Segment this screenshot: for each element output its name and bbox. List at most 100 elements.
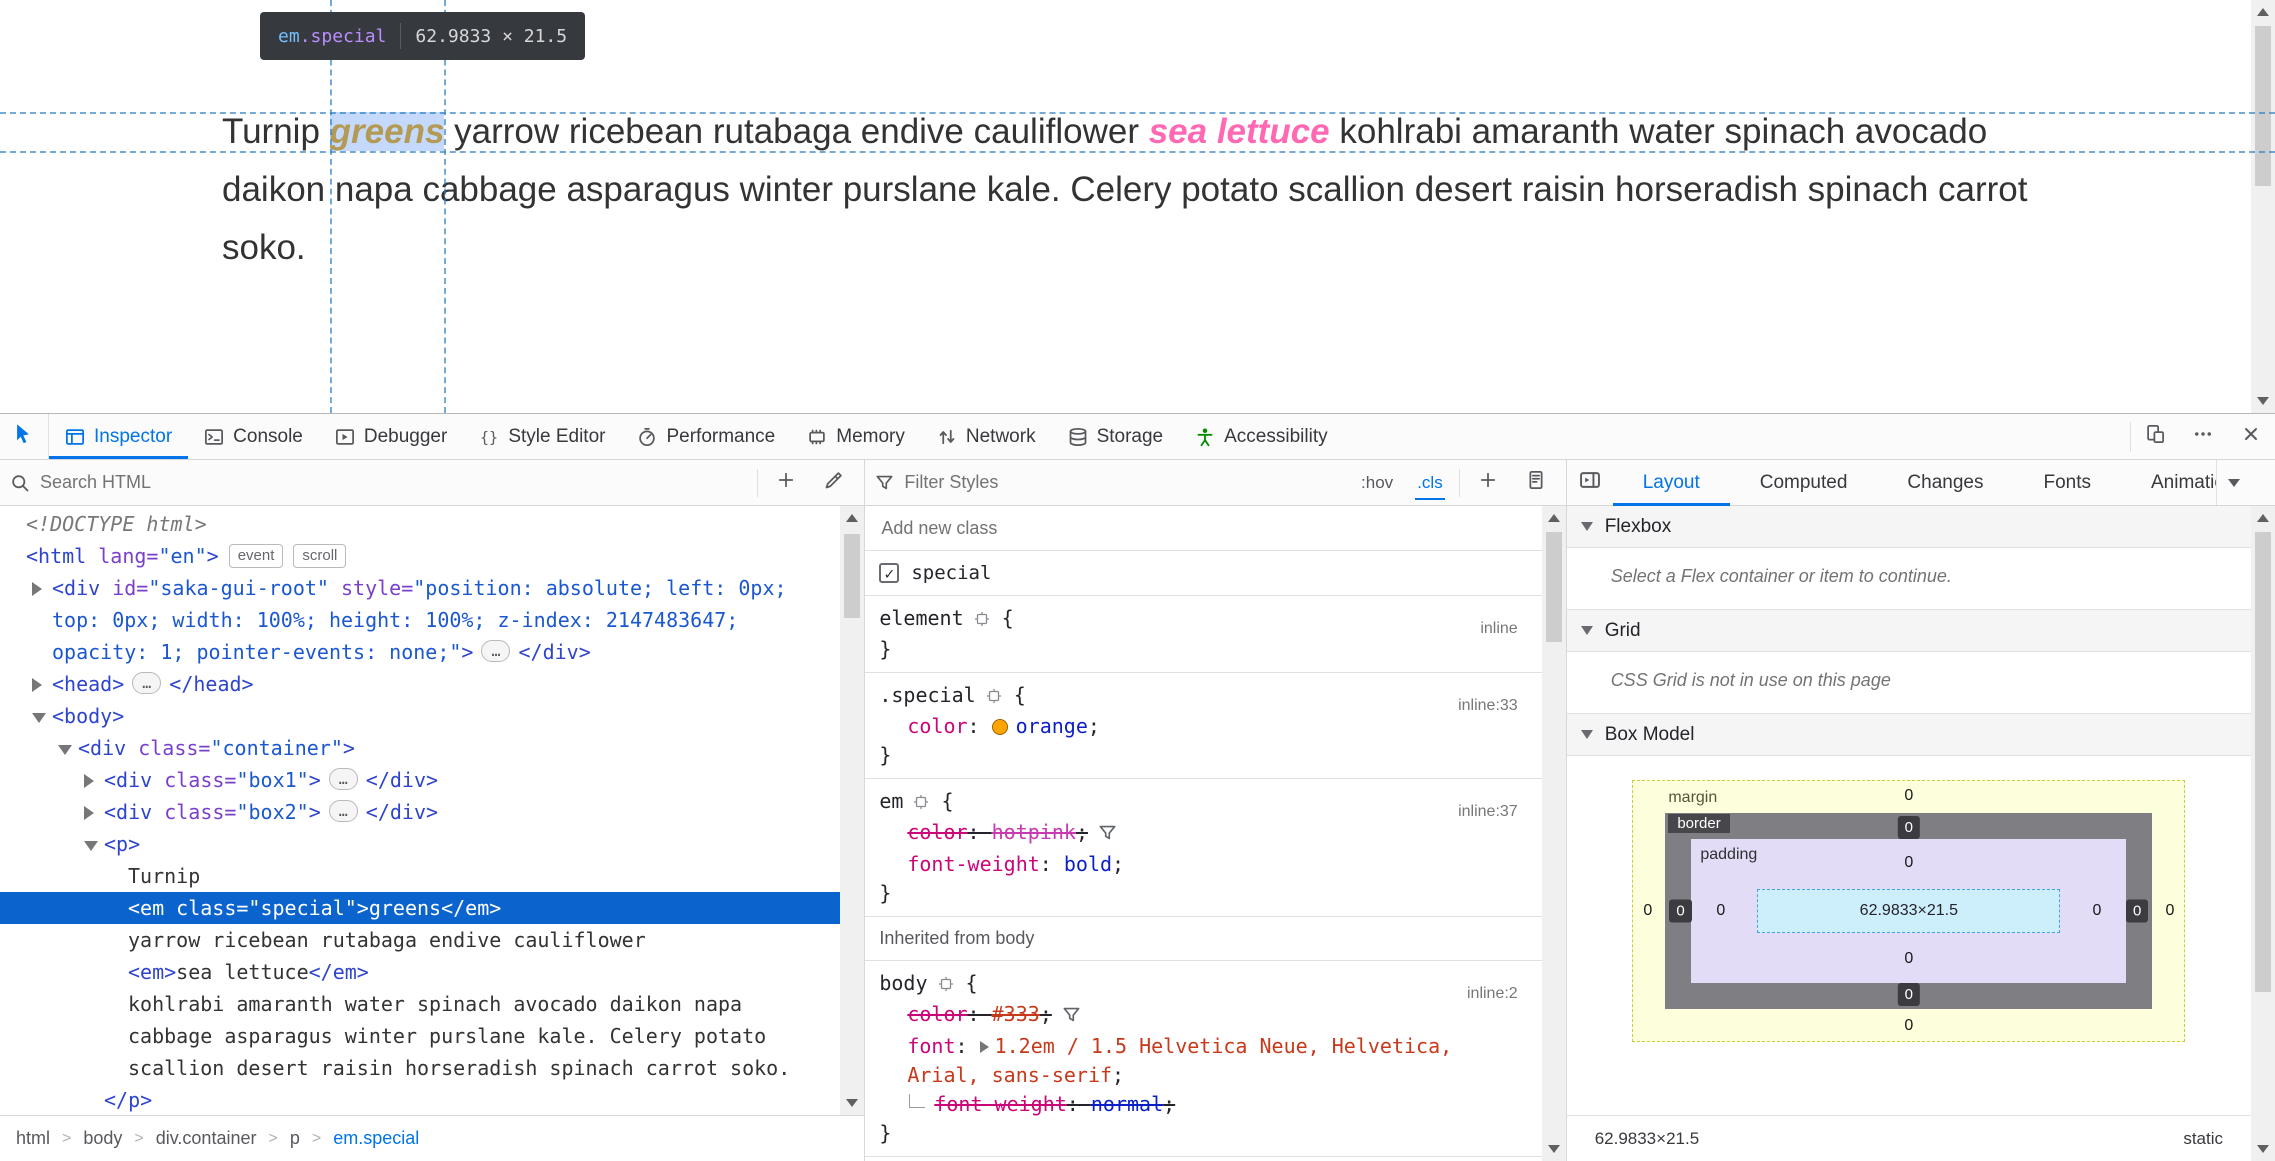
eyedropper-button[interactable] <box>814 460 854 506</box>
add-class-input[interactable] <box>879 516 1528 540</box>
twisty-open-icon[interactable] <box>32 713 46 723</box>
rule-selector[interactable]: .special <box>879 683 975 707</box>
margin-bottom-value[interactable]: 0 <box>1904 1017 1913 1035</box>
markup-row[interactable]: <div class="box1"> … </div> <box>0 764 840 796</box>
box-model-content[interactable]: 62.9833×21.5 <box>1757 889 2061 933</box>
markup-row[interactable]: Turnip <box>0 860 840 892</box>
tab-accessibility[interactable]: Accessibility <box>1179 414 1343 459</box>
selector-highlighter-icon[interactable] <box>913 789 929 818</box>
filter-styles-input[interactable] <box>902 471 1346 494</box>
scrollbar-thumb[interactable] <box>2255 26 2271 186</box>
tab-changes[interactable]: Changes <box>1877 460 2013 506</box>
border-top-value[interactable]: 0 <box>1897 816 1921 839</box>
all-tabs-menu-button[interactable] <box>2216 460 2251 505</box>
border-right-value[interactable]: 0 <box>2126 899 2149 923</box>
css-declaration[interactable]: color: #333; <box>879 1000 1527 1032</box>
scrollbar-down-arrow[interactable] <box>2251 389 2275 413</box>
scrollbar-up-arrow[interactable] <box>2251 506 2275 530</box>
breadcrumb-item-em.special[interactable]: em.special <box>333 1128 419 1149</box>
markup-token-ellipsis[interactable]: … <box>132 672 162 694</box>
add-rule-button[interactable] <box>1468 460 1508 506</box>
responsive-design-button[interactable] <box>2131 414 2179 460</box>
rule-selector[interactable]: element <box>879 606 963 630</box>
tab-memory[interactable]: Memory <box>791 414 921 459</box>
class-checkbox[interactable]: ✓ <box>879 563 900 583</box>
scrollbar-thumb[interactable] <box>844 534 861 618</box>
markup-row[interactable]: <body> <box>0 700 840 732</box>
twisty-open-icon[interactable] <box>84 841 98 851</box>
border-bottom-value[interactable]: 0 <box>1897 983 1921 1006</box>
markup-token-ellipsis[interactable]: … <box>328 800 358 822</box>
rule-source-link[interactable]: inline:37 <box>1458 797 1518 826</box>
breadcrumb-item-p[interactable]: p <box>290 1128 300 1149</box>
color-swatch[interactable] <box>991 719 1008 735</box>
twisty-closed-icon[interactable] <box>32 582 42 596</box>
section-box-model-header[interactable]: Box Model <box>1566 714 2251 756</box>
markup-row[interactable]: </p> <box>0 1084 840 1115</box>
section-grid-header[interactable]: Grid <box>1566 610 2251 652</box>
css-declaration[interactable]: color: orange; <box>879 712 1527 741</box>
markup-row-selected[interactable]: <em class="special">greens</em> <box>0 892 841 924</box>
tab-animations[interactable]: Animations <box>2121 460 2275 506</box>
scrollbar-down-arrow[interactable] <box>2251 1137 2275 1161</box>
css-declaration[interactable]: font-weight: bold; <box>879 850 1527 879</box>
print-media-button[interactable] <box>1516 460 1556 506</box>
rule-selector[interactable]: body <box>879 971 927 995</box>
tab-computed[interactable]: Computed <box>1730 460 1878 506</box>
markup-token-ellipsis[interactable]: … <box>328 768 358 790</box>
markup-row[interactable]: <html lang="en"> event scroll <box>0 540 840 572</box>
scrollbar-up-arrow[interactable] <box>1542 506 1566 530</box>
scrollbar-up-arrow[interactable] <box>2251 0 2275 24</box>
scrollbar-down-arrow[interactable] <box>1542 1137 1566 1161</box>
tab-style-editor[interactable]: {} Style Editor <box>463 414 621 459</box>
twisty-closed-icon[interactable] <box>84 806 94 820</box>
markup-row[interactable]: <div class="box2"> … </div> <box>0 796 840 828</box>
rule-source-link[interactable]: inline <box>1480 614 1517 643</box>
markup-row[interactable]: <div id="saka-gui-root" style="position:… <box>0 572 840 668</box>
selector-highlighter-icon[interactable] <box>974 606 990 635</box>
breadcrumb-item-div.container[interactable]: div.container <box>156 1128 257 1149</box>
tab-storage[interactable]: Storage <box>1052 414 1180 459</box>
rule-source-link[interactable]: inline:2 <box>1467 979 1518 1008</box>
markup-row[interactable]: kohlrabi amaranth water spinach avocado … <box>0 988 840 1084</box>
markup-row[interactable]: yarrow ricebean rutabaga endive cauliflo… <box>0 924 840 956</box>
twisty-open-icon[interactable] <box>58 745 72 755</box>
expand-value-icon[interactable] <box>979 1041 989 1053</box>
twisty-closed-icon[interactable] <box>84 774 94 788</box>
add-node-button[interactable] <box>766 460 806 506</box>
css-declaration[interactable]: font-weight: normal; <box>879 1090 1527 1119</box>
markup-row[interactable]: <p> <box>0 828 840 860</box>
class-toggle-button[interactable]: .cls <box>1409 460 1451 506</box>
selector-highlighter-icon[interactable] <box>986 683 1002 712</box>
padding-left-value[interactable]: 0 <box>1716 902 1725 920</box>
margin-left-value[interactable]: 0 <box>1643 902 1652 920</box>
breadcrumb-item-html[interactable]: html <box>16 1128 50 1149</box>
overridden-filter-icon[interactable] <box>1098 821 1117 850</box>
tab-inspector[interactable]: Inspector <box>49 414 189 459</box>
css-declaration[interactable]: font: 1.2em / 1.5 Helvetica Neue, Helvet… <box>879 1032 1527 1090</box>
scrollbar-thumb[interactable] <box>2255 532 2271 992</box>
layout-scrollbar[interactable] <box>2251 506 2275 1161</box>
page-scrollbar[interactable] <box>2251 0 2275 413</box>
tab-layout[interactable]: Layout <box>1612 460 1730 506</box>
close-devtools-button[interactable] <box>2227 414 2275 460</box>
toggle-3-pane-button[interactable] <box>1567 460 1613 506</box>
tab-performance[interactable]: Performance <box>621 414 791 459</box>
padding-top-value[interactable]: 0 <box>1904 854 1913 872</box>
rules-scrollbar[interactable] <box>1541 506 1566 1161</box>
rule-selector[interactable]: em <box>879 789 903 813</box>
margin-top-value[interactable]: 0 <box>1904 787 1913 805</box>
pseudo-class-toggle-button[interactable]: :hov <box>1353 460 1401 506</box>
markup-row[interactable]: <!DOCTYPE html> <box>0 508 840 540</box>
section-flexbox-header[interactable]: Flexbox <box>1566 506 2251 548</box>
css-declaration[interactable]: color: hotpink; <box>879 818 1527 850</box>
padding-right-value[interactable]: 0 <box>2092 902 2101 920</box>
pick-element-button[interactable] <box>0 414 49 459</box>
scrollbar-down-arrow[interactable] <box>840 1091 864 1115</box>
breadcrumb-item-body[interactable]: body <box>83 1128 122 1149</box>
devtools-menu-button[interactable] <box>2179 414 2227 460</box>
markup-scrollbar[interactable] <box>840 506 865 1115</box>
twisty-closed-icon[interactable] <box>32 678 42 692</box>
search-html-input[interactable] <box>38 471 750 494</box>
tab-network[interactable]: Network <box>921 414 1052 459</box>
